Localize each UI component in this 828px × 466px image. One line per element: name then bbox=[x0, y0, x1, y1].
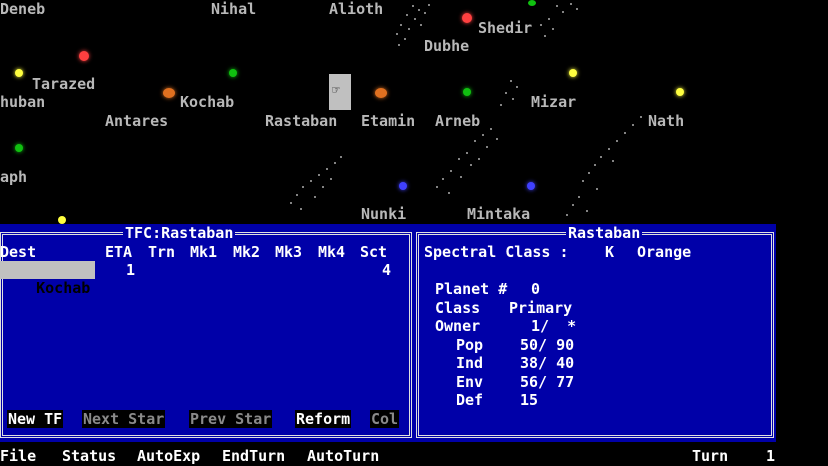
row-eta: 1 bbox=[126, 261, 136, 279]
col-button[interactable]: Col bbox=[370, 410, 400, 428]
def-value: 15 bbox=[520, 391, 539, 409]
star-label[interactable]: Nunki bbox=[361, 205, 406, 223]
turn-value: 1 bbox=[766, 447, 776, 465]
prev-star-button[interactable]: Prev Star bbox=[189, 410, 273, 428]
env-value: 56/ 77 bbox=[520, 373, 575, 391]
owner-value: 1/ * bbox=[531, 317, 577, 335]
star-marker-yellow[interactable] bbox=[566, 66, 582, 82]
table-row[interactable]: Kochab bbox=[0, 261, 95, 297]
star-marker-orange[interactable] bbox=[160, 85, 176, 101]
hand-cursor-icon: ☞ bbox=[332, 83, 340, 98]
menu-bar: File Status AutoExp EndTurn AutoTurn Tur… bbox=[0, 446, 828, 466]
pop-label: Pop bbox=[456, 336, 484, 354]
new-tf-button[interactable]: New TF bbox=[7, 410, 64, 428]
col-header-trn: Trn bbox=[148, 243, 176, 261]
def-label: Def bbox=[456, 391, 484, 409]
menu-autoexp[interactable]: AutoExp bbox=[137, 447, 200, 465]
star-label[interactable]: Alioth bbox=[329, 0, 383, 18]
col-header-mk1: Mk1 bbox=[190, 243, 218, 261]
star-marker-green[interactable] bbox=[525, 0, 541, 13]
row-dest: Kochab bbox=[36, 279, 91, 297]
star-map[interactable]: ☞ Deneb Nihal Alioth Shedir Dubhe Taraze… bbox=[0, 0, 828, 226]
col-header-eta: ETA bbox=[105, 243, 133, 261]
class-label: Class bbox=[435, 299, 481, 317]
star-label[interactable]: huban bbox=[0, 93, 45, 111]
selection-cursor[interactable]: ☞ bbox=[329, 74, 351, 110]
env-label: Env bbox=[456, 373, 484, 391]
panel-title: Rastaban bbox=[566, 224, 643, 242]
star-marker-yellow[interactable] bbox=[55, 213, 71, 226]
task-force-panel: TFC:Rastaban Dest ETA Trn Mk1 Mk2 Mk3 Mk… bbox=[0, 224, 414, 442]
spectral-color-value: Orange bbox=[637, 243, 692, 261]
star-marker-green[interactable] bbox=[460, 85, 476, 101]
star-label[interactable]: Tarazed bbox=[32, 75, 95, 93]
star-label[interactable]: Shedir bbox=[478, 19, 532, 37]
col-header-mk3: Mk3 bbox=[275, 243, 303, 261]
star-label[interactable]: Dubhe bbox=[424, 37, 469, 55]
menu-autoturn[interactable]: AutoTurn bbox=[307, 447, 379, 465]
star-info-panel: Rastaban Spectral Class : K Orange Plane… bbox=[414, 224, 776, 442]
star-label[interactable]: Arneb bbox=[435, 112, 480, 130]
col-header-mk2: Mk2 bbox=[233, 243, 261, 261]
planet-label: Planet # bbox=[435, 280, 508, 298]
star-label[interactable]: Mintaka bbox=[467, 205, 530, 223]
panel-title: TFC:Rastaban bbox=[123, 224, 236, 242]
star-marker-orange[interactable] bbox=[372, 85, 388, 101]
star-marker-blue[interactable] bbox=[396, 179, 412, 195]
col-header-mk4: Mk4 bbox=[318, 243, 346, 261]
col-header-sct: Sct bbox=[360, 243, 388, 261]
star-marker-red[interactable] bbox=[76, 48, 92, 64]
ind-label: Ind bbox=[456, 354, 484, 372]
star-marker-yellow[interactable] bbox=[12, 66, 28, 82]
planet-number: 0 bbox=[531, 280, 541, 298]
star-label[interactable]: Kochab bbox=[180, 93, 234, 111]
col-header-dest: Dest bbox=[0, 243, 37, 261]
star-label[interactable]: Nath bbox=[648, 112, 684, 130]
spectral-class-value: K bbox=[605, 243, 615, 261]
ind-value: 38/ 40 bbox=[520, 354, 575, 372]
star-marker-green[interactable] bbox=[12, 141, 28, 157]
class-value: Primary bbox=[509, 299, 573, 317]
star-label[interactable]: Etamin bbox=[361, 112, 415, 130]
menu-endturn[interactable]: EndTurn bbox=[222, 447, 285, 465]
spectral-class-label: Spectral Class : bbox=[424, 243, 569, 261]
star-label[interactable]: Antares bbox=[105, 112, 168, 130]
star-label[interactable]: aph bbox=[0, 168, 27, 186]
row-sct: 4 bbox=[382, 261, 392, 279]
star-marker-red[interactable] bbox=[459, 10, 475, 26]
menu-file[interactable]: File bbox=[0, 447, 36, 465]
next-star-button[interactable]: Next Star bbox=[82, 410, 166, 428]
star-marker-blue[interactable] bbox=[524, 179, 540, 195]
turn-label: Turn bbox=[692, 447, 729, 465]
owner-label: Owner bbox=[435, 317, 481, 335]
star-marker-yellow[interactable] bbox=[673, 85, 689, 101]
star-label[interactable]: Mizar bbox=[531, 93, 576, 111]
pop-value: 50/ 90 bbox=[520, 336, 575, 354]
star-label[interactable]: Deneb bbox=[0, 0, 45, 18]
reform-button[interactable]: Reform bbox=[295, 410, 352, 428]
star-label[interactable]: Nihal bbox=[211, 0, 256, 18]
menu-status[interactable]: Status bbox=[62, 447, 116, 465]
star-label[interactable]: Rastaban bbox=[265, 112, 337, 130]
star-marker-green[interactable] bbox=[226, 66, 242, 82]
